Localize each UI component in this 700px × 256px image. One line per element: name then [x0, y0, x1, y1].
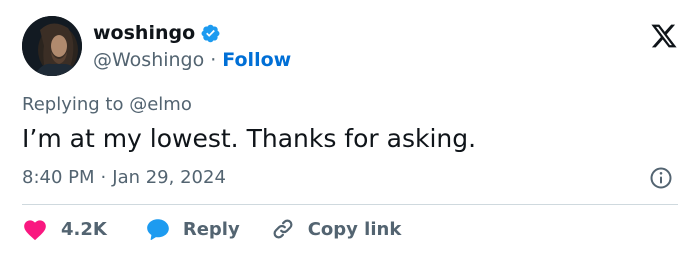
copy-link-button[interactable]: Copy link [270, 217, 402, 241]
avatar-portrait-icon [22, 16, 82, 76]
tweet-embed-card: woshingo @Woshingo · Follow Replying to … [0, 0, 700, 256]
tweet-text: I’m at my lowest. Thanks for asking. [22, 124, 477, 153]
author-handle[interactable]: @Woshingo [93, 47, 204, 73]
author-handle-row: @Woshingo · Follow [93, 47, 291, 73]
copy-link-label: Copy link [307, 218, 402, 240]
avatar[interactable] [22, 16, 82, 76]
divider [22, 204, 678, 205]
reply-label: Reply [182, 218, 240, 240]
timestamp-separator: · [100, 167, 107, 188]
handle-separator: · [210, 49, 217, 71]
x-logo-icon[interactable] [650, 22, 678, 50]
replying-to-mention[interactable]: @elmo [129, 94, 192, 115]
like-button[interactable]: 4.2K [22, 217, 107, 241]
speech-bubble-icon [147, 219, 169, 241]
tweet-timestamp[interactable]: 8:40 PM · Jan 29, 2024 [22, 165, 226, 191]
tweet-date: Jan 29, 2024 [112, 167, 226, 188]
heart-icon [24, 220, 46, 241]
author-name-row: woshingo [93, 20, 221, 46]
info-icon[interactable] [649, 166, 673, 190]
follow-button[interactable]: Follow [222, 47, 291, 73]
link-icon [273, 219, 293, 239]
verified-badge-icon [201, 24, 220, 42]
author-display-name[interactable]: woshingo [93, 20, 195, 46]
replying-to-prefix: Replying to [22, 94, 124, 115]
action-bar: 4.2K Reply Copy link [22, 214, 401, 244]
like-count: 4.2K [61, 218, 107, 240]
tweet-time: 8:40 PM [22, 167, 95, 188]
replying-to-line: Replying to @elmo [22, 92, 192, 118]
reply-button[interactable]: Reply [145, 217, 240, 241]
